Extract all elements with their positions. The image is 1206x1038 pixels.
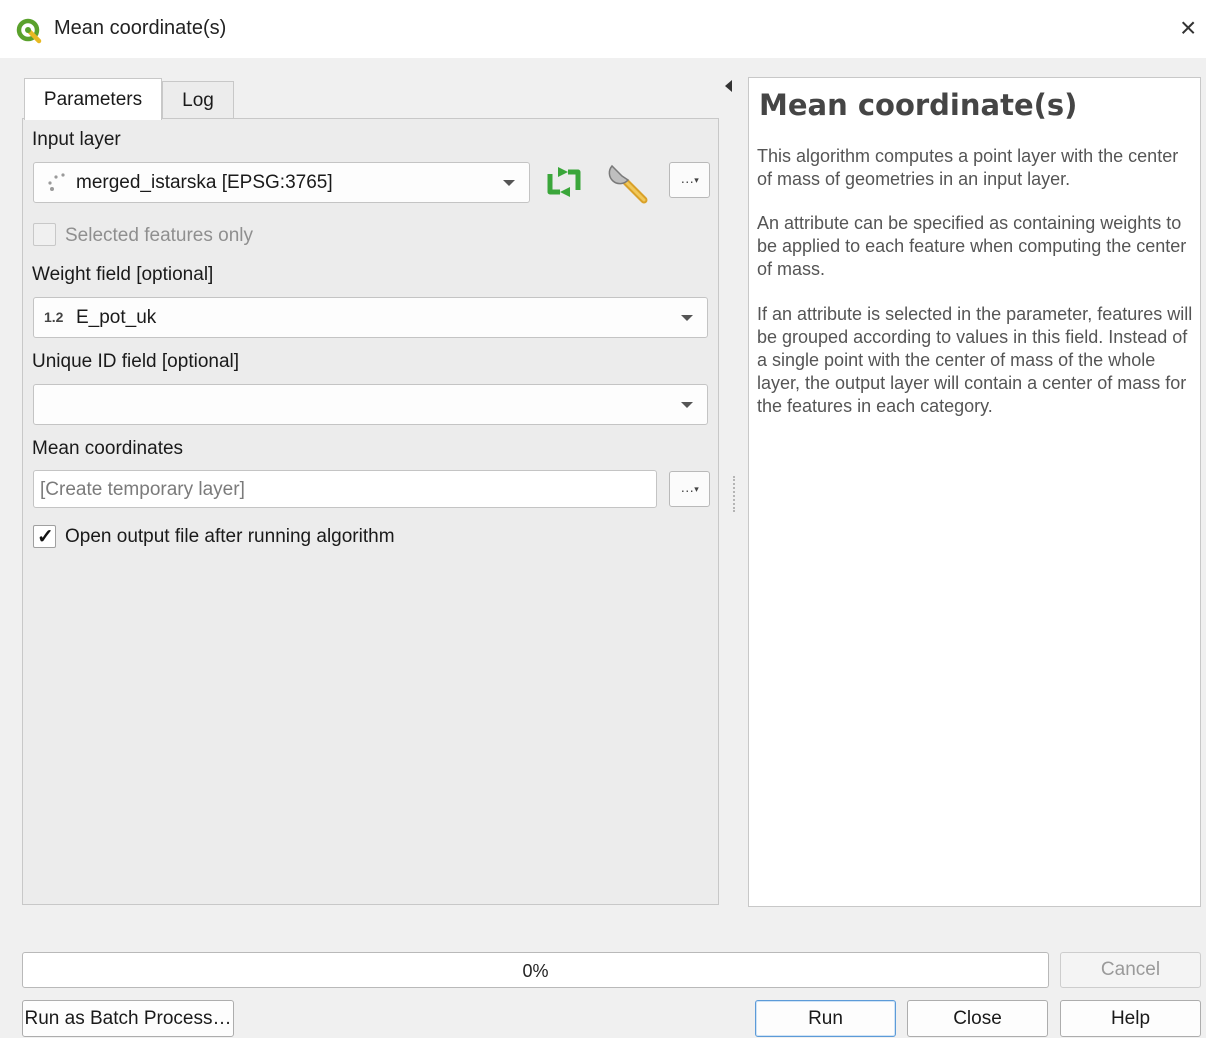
collapse-help-icon[interactable] [725,80,732,92]
window-title: Mean coordinate(s) [54,17,227,39]
selected-features-checkbox[interactable] [33,223,56,246]
splitter-handle[interactable] [733,476,737,512]
decimal-field-icon: 1.2 [44,309,64,325]
open-output-label: Open output file after running algorithm [65,526,395,547]
input-layer-more-button[interactable]: …▾ [669,162,710,198]
iterate-icon[interactable] [544,162,584,202]
progress-text: 0% [522,961,549,981]
point-layer-icon [48,173,65,191]
chevron-down-icon [681,315,693,321]
close-window-icon[interactable]: × [1180,14,1196,42]
close-button[interactable]: Close [907,1000,1048,1037]
weight-field-label: Weight field [optional] [32,264,214,285]
checkmark-icon: ✓ [37,526,54,548]
wrench-icon[interactable] [604,160,652,206]
cancel-button[interactable]: Cancel [1060,952,1201,988]
title-bar: Mean coordinate(s) × [0,0,1206,58]
progress-bar: 0% [22,952,1049,988]
run-batch-button[interactable]: Run as Batch Process… [22,1000,234,1037]
run-button[interactable]: Run [755,1000,896,1037]
chevron-down-icon [681,402,693,408]
tab-log[interactable]: Log [162,81,234,119]
help-paragraph: This algorithm computes a point layer wi… [757,146,1179,189]
weight-field-combo[interactable]: 1.2 E_pot_uk [33,297,708,338]
unique-id-field-combo[interactable] [33,384,708,425]
weight-field-value: E_pot_uk [76,307,157,328]
input-layer-combo[interactable]: merged_istarska [EPSG:3765] [33,162,530,203]
mean-coordinates-output[interactable] [33,470,657,508]
help-title: Mean coordinate(s) [759,88,1078,122]
mean-coordinates-input[interactable] [38,473,652,507]
help-paragraph: If an attribute is selected in the param… [757,304,1193,416]
chevron-down-icon [503,180,515,186]
help-button[interactable]: Help [1060,1000,1201,1037]
tab-parameters[interactable]: Parameters [24,78,162,120]
selected-features-label: Selected features only [65,225,254,246]
help-paragraph: An attribute can be specified as contain… [757,213,1187,279]
mean-coordinates-label: Mean coordinates [32,438,184,459]
output-more-button[interactable]: …▾ [669,471,710,507]
input-layer-value: merged_istarska [EPSG:3765] [76,172,333,193]
help-panel: Mean coordinate(s) This algorithm comput… [748,77,1201,907]
qgis-logo-icon [16,18,42,44]
unique-id-field-label: Unique ID field [optional] [32,351,240,372]
open-output-checkbox[interactable]: ✓ [33,525,56,548]
input-layer-label: Input layer [32,129,121,150]
